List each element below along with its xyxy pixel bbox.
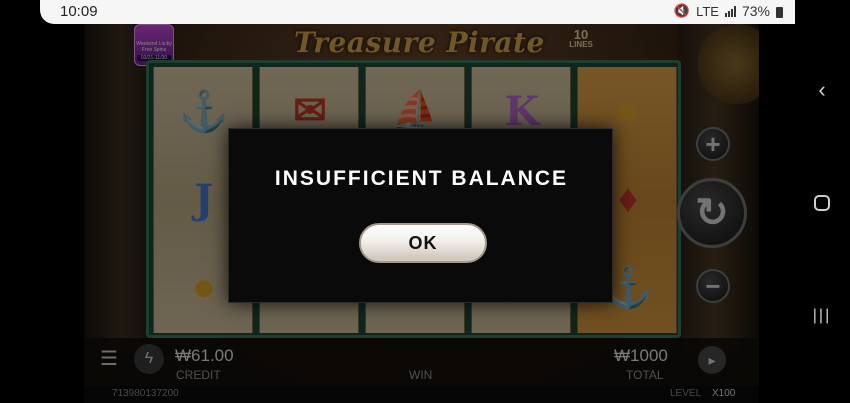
android-nav-bar: ‹ ||| xyxy=(795,0,850,403)
signal-icon xyxy=(724,5,736,17)
battery-percent: 73% xyxy=(741,3,770,19)
dialog-title: INSUFFICIENT BALANCE xyxy=(274,167,569,190)
insufficient-balance-dialog: INSUFFICIENT BALANCE OK xyxy=(228,128,613,303)
status-icons: 🔇 LTE 73% xyxy=(674,3,783,19)
status-clock: 10:09 xyxy=(60,3,98,20)
home-icon[interactable] xyxy=(809,190,835,216)
ok-button[interactable]: OK xyxy=(359,223,487,263)
back-icon[interactable]: ‹ xyxy=(809,77,835,103)
recents-icon[interactable]: ||| xyxy=(809,303,835,329)
slot-game: Treasure Pirate 10 LINES Weekend Lucky F… xyxy=(84,24,759,403)
status-bar: 10:09 🔇 LTE 73% xyxy=(40,0,795,24)
mute-icon: 🔇 xyxy=(673,3,691,18)
battery-icon xyxy=(776,6,783,18)
lte-icon: LTE xyxy=(696,3,719,19)
screen: 10:09 🔇 LTE 73% Treasure Pirate 10 LINES… xyxy=(0,0,850,403)
